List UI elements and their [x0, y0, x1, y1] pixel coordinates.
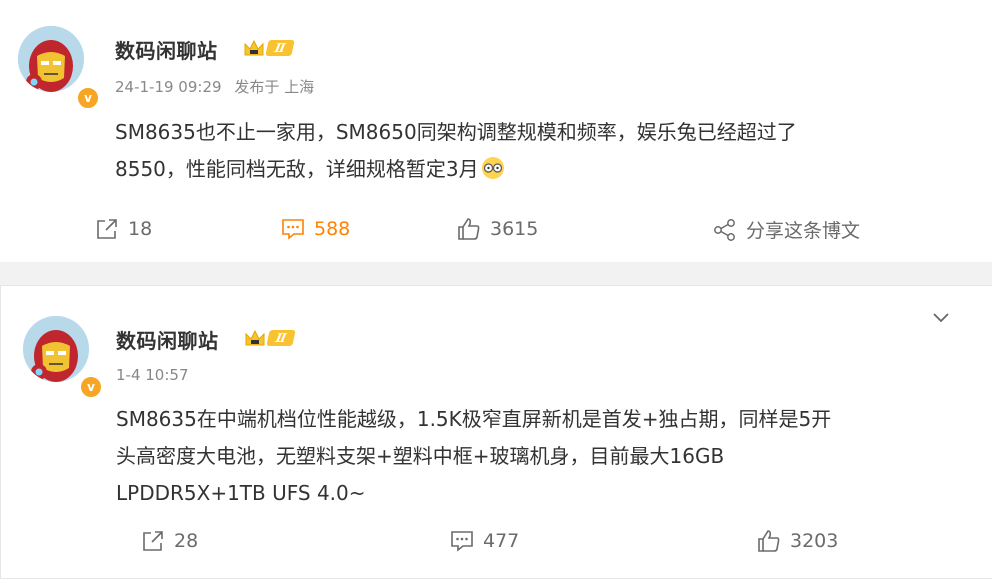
post-date[interactable]: 1-4 10:57: [116, 366, 189, 384]
thumbs-up-icon: [458, 218, 480, 240]
verified-badge: v: [79, 375, 103, 399]
comment-button[interactable]: 588: [280, 216, 350, 242]
like-button[interactable]: 3203: [756, 528, 838, 554]
comment-count: 588: [314, 218, 351, 240]
comment-count: 477: [483, 530, 520, 552]
repost-count: 18: [128, 218, 153, 240]
share-icon: [714, 218, 735, 241]
like-button[interactable]: 3615: [456, 216, 538, 242]
comment-icon: [451, 531, 473, 552]
content-line: 头高密度大电池，无塑料支架+塑料中框+玻璃机身，目前最大16GB: [116, 444, 725, 468]
repost-icon: [97, 219, 117, 239]
content-line: LPDDR5X+1TB UFS 4.0~: [116, 481, 366, 505]
post-date[interactable]: 24-1-19 09:29: [115, 78, 222, 96]
content-line: SM8635在中端机档位性能越级，1.5K极窄直屏新机是首发+独占期，同样是5开: [116, 407, 832, 431]
post-meta: 24-1-19 09:29 发布于 上海: [115, 76, 322, 97]
crown-icon: [244, 39, 264, 56]
repost-count: 28: [174, 530, 199, 552]
action-bar: 18 588 3615 分享这条博文: [0, 216, 992, 246]
like-count: 3203: [790, 530, 839, 552]
weibo-post: v 数码闲聊站 Ⅱ 1-4 10:57 SM8635在中端机档位性能越级，1.5…: [0, 285, 992, 579]
repost-button[interactable]: 28: [140, 528, 198, 554]
avatar[interactable]: [18, 26, 84, 92]
post-source: 发布于 上海: [234, 78, 315, 96]
comment-icon: [282, 219, 304, 240]
post-meta: 1-4 10:57: [116, 366, 197, 384]
crown-icon: [245, 329, 265, 346]
content-line: 8550，性能同档无敌，详细规格暂定3月: [115, 151, 955, 188]
repost-icon: [143, 531, 163, 551]
repost-button[interactable]: 18: [94, 216, 152, 242]
share-label: 分享这条博文: [746, 220, 861, 242]
like-count: 3615: [490, 218, 539, 240]
username[interactable]: 数码闲聊站: [116, 325, 219, 354]
vip-level: Ⅱ: [265, 40, 295, 56]
post-content: SM8635在中端机档位性能越级，1.5K极窄直屏新机是首发+独占期，同样是5开…: [116, 401, 956, 512]
username[interactable]: 数码闲聊站: [115, 35, 218, 64]
comment-button[interactable]: 477: [449, 528, 519, 554]
vip-level: Ⅱ: [266, 330, 296, 346]
glasses-emoji-icon: [481, 157, 504, 179]
ironman-avatar-icon: [23, 316, 89, 382]
vip-badge[interactable]: Ⅱ: [244, 328, 296, 348]
thumbs-up-icon: [758, 530, 780, 552]
action-bar: 28 477 3203: [1, 528, 992, 558]
weibo-post: v 数码闲聊站 Ⅱ 24-1-19 09:29 发布于 上海 SM8635也不止…: [0, 0, 992, 262]
vip-badge[interactable]: Ⅱ: [243, 38, 295, 58]
chevron-down-icon[interactable]: [930, 306, 952, 328]
ironman-avatar-icon: [18, 26, 84, 92]
share-button[interactable]: 分享这条博文: [712, 216, 860, 243]
avatar[interactable]: [23, 316, 89, 382]
post-content: SM8635也不止一家用，SM8650同架构调整规模和频率，娱乐兔已经超过了 8…: [115, 114, 955, 188]
content-line: SM8635也不止一家用，SM8650同架构调整规模和频率，娱乐兔已经超过了: [115, 120, 797, 144]
verified-badge: v: [76, 86, 100, 110]
